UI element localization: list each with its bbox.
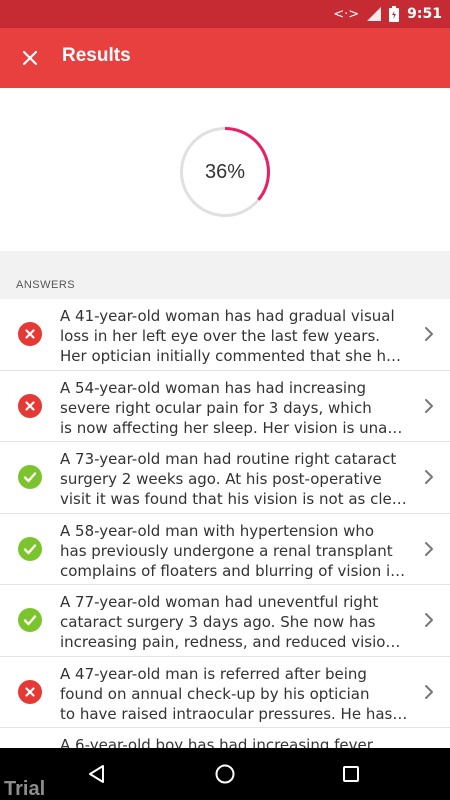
answer-text-line: has previously undergone a renal transpl… xyxy=(60,541,393,560)
answer-text-line: severe right ocular pain for 3 days, whi… xyxy=(60,398,372,417)
answer-question-text: A 54-year-old woman has had increasing se… xyxy=(60,378,408,438)
answer-text-line: found on annual check-up by his optician xyxy=(60,684,370,703)
answer-text-line: complains of floaters and blurring of vi… xyxy=(60,561,406,580)
answer-text-line: to have raised intraocular pressures. He… xyxy=(60,704,408,723)
data-sync-icon: <·> xyxy=(333,6,360,22)
trial-watermark: Trial xyxy=(4,778,46,800)
check-circle-icon xyxy=(18,608,42,632)
answer-text-line: visit it was found that his vision is no… xyxy=(60,490,407,508)
battery-icon xyxy=(389,6,400,22)
answer-text-line: A 6-year-old boy has had increasing feve… xyxy=(60,736,373,748)
score-value: 36% xyxy=(204,160,246,183)
status-time: 9:51 xyxy=(407,6,442,22)
answer-text-line: surgery 2 weeks ago. At his post-operati… xyxy=(60,470,382,488)
answer-text-line: loss in her left eye over the last few y… xyxy=(60,327,381,345)
back-icon[interactable] xyxy=(85,762,109,786)
answers-header: ANSWERS xyxy=(16,279,76,291)
answer-question-text: A 47-year-old man is referred after bein… xyxy=(60,664,408,724)
answer-text-line: A 77-year-old woman had uneventful right xyxy=(60,593,379,611)
answer-text-line: A 41-year-old woman has had gradual visu… xyxy=(60,307,395,325)
answer-item[interactable]: A 58-year-old man with hypertension who h… xyxy=(0,513,450,585)
signal-icon xyxy=(367,7,382,21)
cross-circle-icon xyxy=(18,679,42,704)
answer-text-line: A 73-year-old man had routine right cata… xyxy=(60,450,397,468)
check-circle-icon xyxy=(18,465,42,489)
answer-item[interactable]: A 54-year-old woman has had increasing se… xyxy=(0,370,450,442)
answer-item[interactable]: A 41-year-old woman has had gradual visu… xyxy=(0,299,450,371)
page-title: Results xyxy=(62,45,131,66)
chevron-right-icon xyxy=(425,470,433,484)
answer-text-line: increasing pain, redness, and reduced vi… xyxy=(60,633,401,651)
answer-question-text: A 41-year-old woman has had gradual visu… xyxy=(60,306,408,366)
close-button[interactable] xyxy=(14,42,46,74)
answer-item[interactable]: A 73-year-old man had routine right cata… xyxy=(0,442,450,514)
chevron-right-icon xyxy=(425,613,433,627)
chevron-right-icon xyxy=(425,541,433,556)
home-icon[interactable] xyxy=(213,762,237,786)
close-icon xyxy=(22,50,38,66)
answer-question-text: A 58-year-old man with hypertension who h… xyxy=(60,521,408,581)
status-icons: <·> 9:51 xyxy=(333,4,442,24)
answer-text-line: A 58-year-old man with hypertension who xyxy=(60,521,375,540)
answer-text-line: is now affecting her sleep. Her vision i… xyxy=(60,418,403,437)
answer-text-line: cataract surgery 3 days ago. She now has xyxy=(60,613,376,631)
answer-text-line: Her optician initially commented that sh… xyxy=(60,347,401,365)
cross-circle-icon xyxy=(18,393,42,418)
answer-question-text: A 73-year-old man had routine right cata… xyxy=(60,449,408,509)
answers-list: A 41-year-old woman has had gradual visu… xyxy=(0,299,450,748)
answer-item[interactable]: A 47-year-old man is referred after bein… xyxy=(0,656,450,728)
answer-text-line: A 54-year-old woman has had increasing xyxy=(60,378,367,397)
score-panel: 36% xyxy=(0,88,450,251)
chevron-right-icon xyxy=(425,684,433,699)
answer-item[interactable]: A 6-year-old boy has had increasing feve… xyxy=(0,728,450,748)
recents-icon[interactable] xyxy=(339,762,363,786)
answer-text-line: A 47-year-old man is referred after bein… xyxy=(60,664,367,683)
cross-circle-icon xyxy=(18,322,42,346)
check-circle-icon xyxy=(18,536,42,561)
app-bar: Results xyxy=(0,28,450,88)
answer-question-text: A 77-year-old woman had uneventful right… xyxy=(60,592,408,652)
answers-section: ANSWERS A 41-year-old woman has had grad… xyxy=(0,251,450,748)
answer-question-text: A 6-year-old boy has had increasing feve… xyxy=(60,735,408,748)
chevron-right-icon xyxy=(425,398,433,413)
answer-item[interactable]: A 77-year-old woman had uneventful right… xyxy=(0,585,450,657)
status-bar: <·> 9:51 xyxy=(0,0,450,28)
navigation-bar xyxy=(0,748,450,800)
chevron-right-icon xyxy=(425,327,433,341)
